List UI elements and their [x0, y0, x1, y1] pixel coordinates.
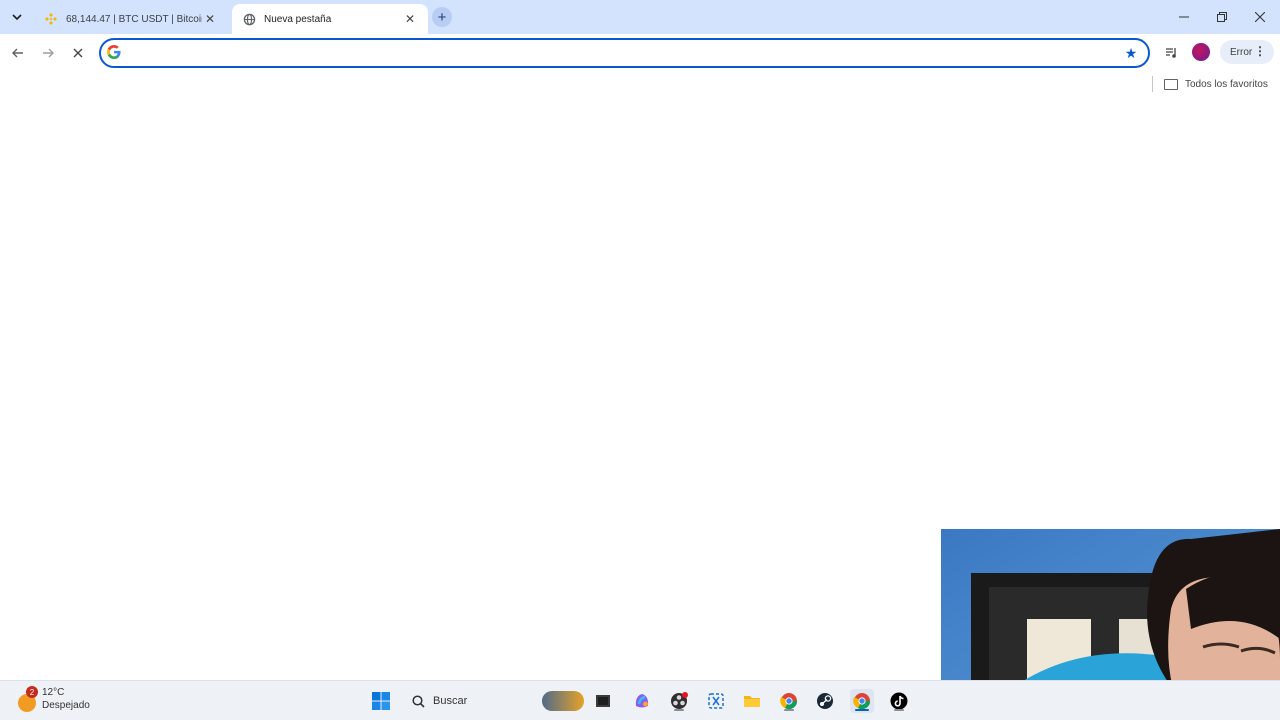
- running-indicator: [784, 709, 794, 711]
- profile-avatar[interactable]: [1192, 43, 1210, 61]
- search-highlight-image: [542, 691, 584, 711]
- taskbar-app-copilot[interactable]: [630, 689, 654, 713]
- browser-toolbar: ★ Error ⋮: [0, 34, 1280, 72]
- forward-button[interactable]: [37, 42, 59, 64]
- snipping-tool-icon: [708, 693, 724, 709]
- tab-new-tab[interactable]: Nueva pestaña ✕: [232, 4, 428, 34]
- tab-strip: 68,144.47 | BTC USDT | Bitcoin ✕ Nueva p…: [0, 0, 1280, 34]
- running-indicator: [674, 709, 684, 711]
- media-controls-button[interactable]: [1160, 42, 1182, 64]
- bookmarks-bar: Todos los favoritos: [0, 72, 1280, 96]
- weather-sun-icon: 2: [16, 686, 38, 712]
- close-icon: [1255, 12, 1265, 22]
- file-explorer-icon: [596, 695, 610, 707]
- tab-binance[interactable]: 68,144.47 | BTC USDT | Bitcoin ✕: [34, 4, 228, 34]
- binance-icon: [44, 12, 58, 26]
- weather-widget[interactable]: 2 12°C Despejado: [16, 686, 90, 712]
- tab-title: Nueva pestaña: [264, 13, 332, 25]
- taskbar-app-obs[interactable]: [667, 689, 691, 713]
- chrome-icon: [780, 693, 798, 710]
- back-button[interactable]: [7, 42, 29, 64]
- search-icon: [412, 694, 425, 708]
- arrow-left-icon: [12, 48, 23, 58]
- bookmark-star-icon[interactable]: ★: [1120, 42, 1142, 64]
- notification-badge: 2: [26, 686, 38, 698]
- start-button[interactable]: [369, 689, 393, 713]
- close-tab-icon[interactable]: ✕: [402, 11, 418, 27]
- music-queue-icon: [1165, 48, 1176, 58]
- weather-temperature: 12°C: [42, 687, 65, 698]
- taskbar-app-snipping-tool[interactable]: [704, 689, 728, 713]
- active-indicator: [855, 709, 869, 711]
- taskbar-app-steam[interactable]: [813, 689, 837, 713]
- close-window-button[interactable]: [1248, 6, 1272, 28]
- minimize-icon: [1179, 16, 1189, 18]
- taskbar-search[interactable]: Buscar: [404, 688, 584, 714]
- copilot-icon: [635, 694, 649, 708]
- obs-icon: [671, 692, 688, 709]
- plus-icon: +: [437, 8, 447, 26]
- google-icon: [107, 44, 121, 62]
- loading-globe-icon: [242, 12, 256, 26]
- bookmarks-divider: [1152, 76, 1153, 92]
- profile-error-label: Error: [1230, 46, 1253, 58]
- close-tab-icon[interactable]: ✕: [202, 11, 218, 27]
- all-bookmarks-button[interactable]: Todos los favoritos: [1164, 76, 1268, 92]
- close-icon: [73, 48, 83, 58]
- minimize-button[interactable]: [1172, 6, 1196, 28]
- taskbar-app-file-explorer[interactable]: [591, 689, 615, 713]
- restore-icon: [1217, 12, 1227, 22]
- weather-condition: Despejado: [42, 700, 90, 711]
- taskbar-app-tiktok[interactable]: [887, 689, 911, 713]
- taskbar-search-label: Buscar: [433, 695, 468, 707]
- folder-icon: [1164, 78, 1178, 90]
- taskbar-app-chrome[interactable]: [777, 689, 801, 713]
- folder-icon: [744, 696, 760, 707]
- omnibox-input[interactable]: [127, 45, 1120, 61]
- arrow-right-icon: [43, 48, 54, 58]
- windows-start-icon: [372, 692, 390, 710]
- profile-error-chip[interactable]: Error ⋮: [1220, 40, 1274, 64]
- more-options-icon[interactable]: ⋮: [1254, 44, 1266, 58]
- tab-search-button[interactable]: [6, 7, 28, 27]
- chrome-active-icon: [853, 693, 871, 710]
- new-tab-button[interactable]: +: [432, 7, 452, 27]
- tab-title: 68,144.47 | BTC USDT | Bitcoin: [66, 13, 202, 25]
- taskbar-app-folder[interactable]: [740, 689, 764, 713]
- all-bookmarks-label: Todos los favoritos: [1185, 78, 1268, 90]
- steam-icon: [817, 693, 833, 709]
- tiktok-icon: [890, 692, 908, 710]
- windows-taskbar: 2 12°C Despejado Buscar: [0, 680, 1280, 720]
- taskbar-app-chrome-active[interactable]: [850, 689, 874, 713]
- chevron-down-icon: [12, 14, 22, 21]
- running-indicator: [894, 709, 904, 711]
- restore-button[interactable]: [1210, 6, 1234, 28]
- stop-loading-button[interactable]: [67, 42, 89, 64]
- address-bar[interactable]: ★: [99, 38, 1150, 68]
